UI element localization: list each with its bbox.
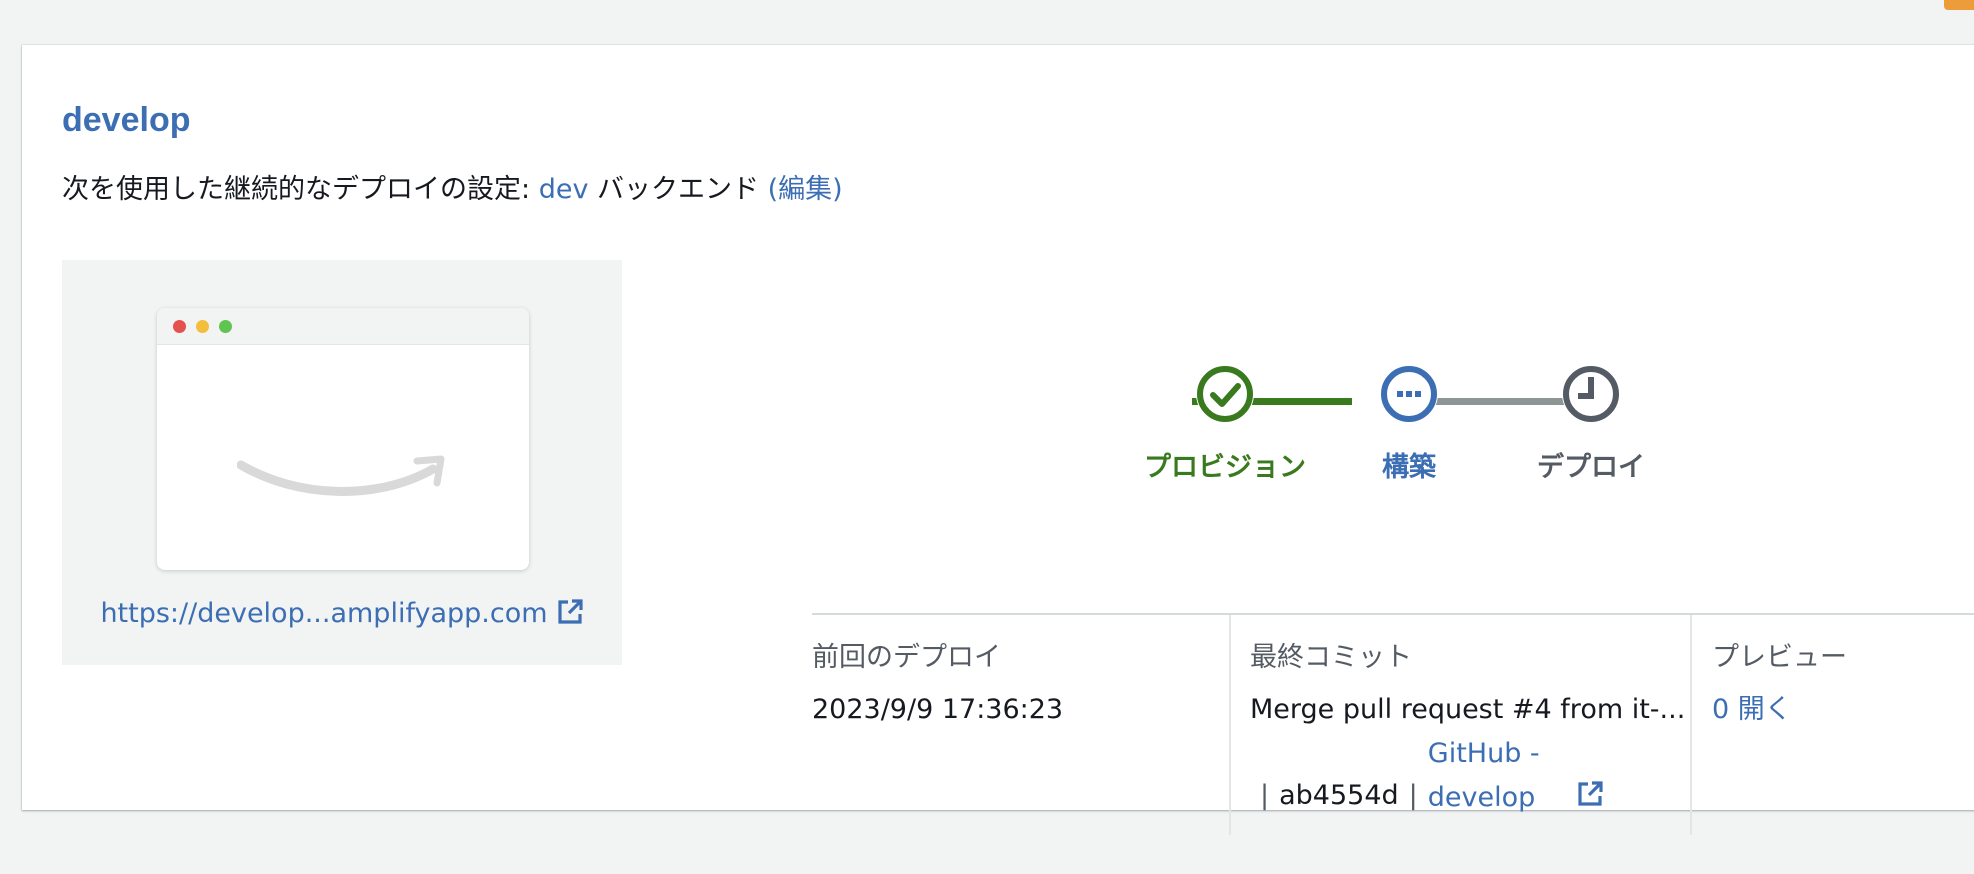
commit-hash: ab4554d <box>1279 780 1399 811</box>
deploy-settings-text: 次を使用した継続的なデプロイの設定: dev バックエンド (編集) <box>62 167 843 206</box>
maximize-dot-icon <box>219 320 232 333</box>
preview-url-link[interactable]: https://develop...amplifyapp.com <box>100 598 547 629</box>
preview-label: プレビュー <box>1712 642 1847 673</box>
step-build-in-progress-icon <box>1380 365 1438 423</box>
branch-card: develop 次を使用した継続的なデプロイの設定: dev バックエンド (編… <box>22 45 1974 835</box>
last-deploy-value: 2023/9/9 17:36:23 <box>812 694 1064 725</box>
backend-link[interactable]: dev <box>539 174 589 205</box>
build-progress-stepper: プロビジョン 構築 デプロイ <box>1122 365 1722 505</box>
external-link-icon[interactable] <box>1576 778 1604 822</box>
preview-open-link[interactable]: 0 開く <box>1712 694 1792 725</box>
preview-column: プレビュー 0 開く <box>1712 635 1847 732</box>
step-label-build: 構築 <box>1382 452 1436 483</box>
column-divider <box>1690 615 1692 835</box>
amazon-smile-icon <box>237 455 445 496</box>
preview-url-row: https://develop...amplifyapp.com <box>62 598 622 633</box>
commit-message: Merge pull request #4 from it-... <box>1250 694 1686 725</box>
commit-source-link[interactable]: GitHub - develop <box>1428 732 1568 820</box>
step-deploy-clock-icon <box>1562 365 1620 423</box>
last-commit-label: 最終コミット <box>1250 642 1412 673</box>
browser-thumbnail <box>157 308 529 570</box>
info-divider <box>812 613 1974 615</box>
close-dot-icon <box>173 320 186 333</box>
last-deploy-label: 前回のデプロイ <box>812 642 1001 673</box>
step-label-deploy: デプロイ <box>1537 452 1645 483</box>
commit-meta-row: | ab4554d | GitHub - develop <box>1250 732 1685 822</box>
separator: | <box>1408 780 1418 811</box>
step-connector-pending <box>1422 398 1582 405</box>
last-deploy-column: 前回のデプロイ 2023/9/9 17:36:23 <box>812 635 1063 732</box>
column-divider <box>1229 615 1231 835</box>
separator: | <box>1260 780 1270 811</box>
step-provision-check-icon <box>1196 365 1254 423</box>
branch-title[interactable]: develop <box>62 101 190 140</box>
external-link-icon[interactable] <box>556 598 584 633</box>
app-preview-panel: https://develop...amplifyapp.com <box>62 260 622 665</box>
subtitle-prefix: 次を使用した継続的なデプロイの設定: <box>62 174 531 205</box>
top-right-accent <box>1944 0 1974 10</box>
last-commit-column: 最終コミット Merge pull request #4 from it-...… <box>1250 635 1685 822</box>
browser-titlebar <box>157 308 529 345</box>
step-label-provision: プロビジョン <box>1144 452 1306 483</box>
minimize-dot-icon <box>196 320 209 333</box>
backend-suffix: バックエンド <box>597 174 760 205</box>
edit-link[interactable]: (編集) <box>768 174 843 205</box>
